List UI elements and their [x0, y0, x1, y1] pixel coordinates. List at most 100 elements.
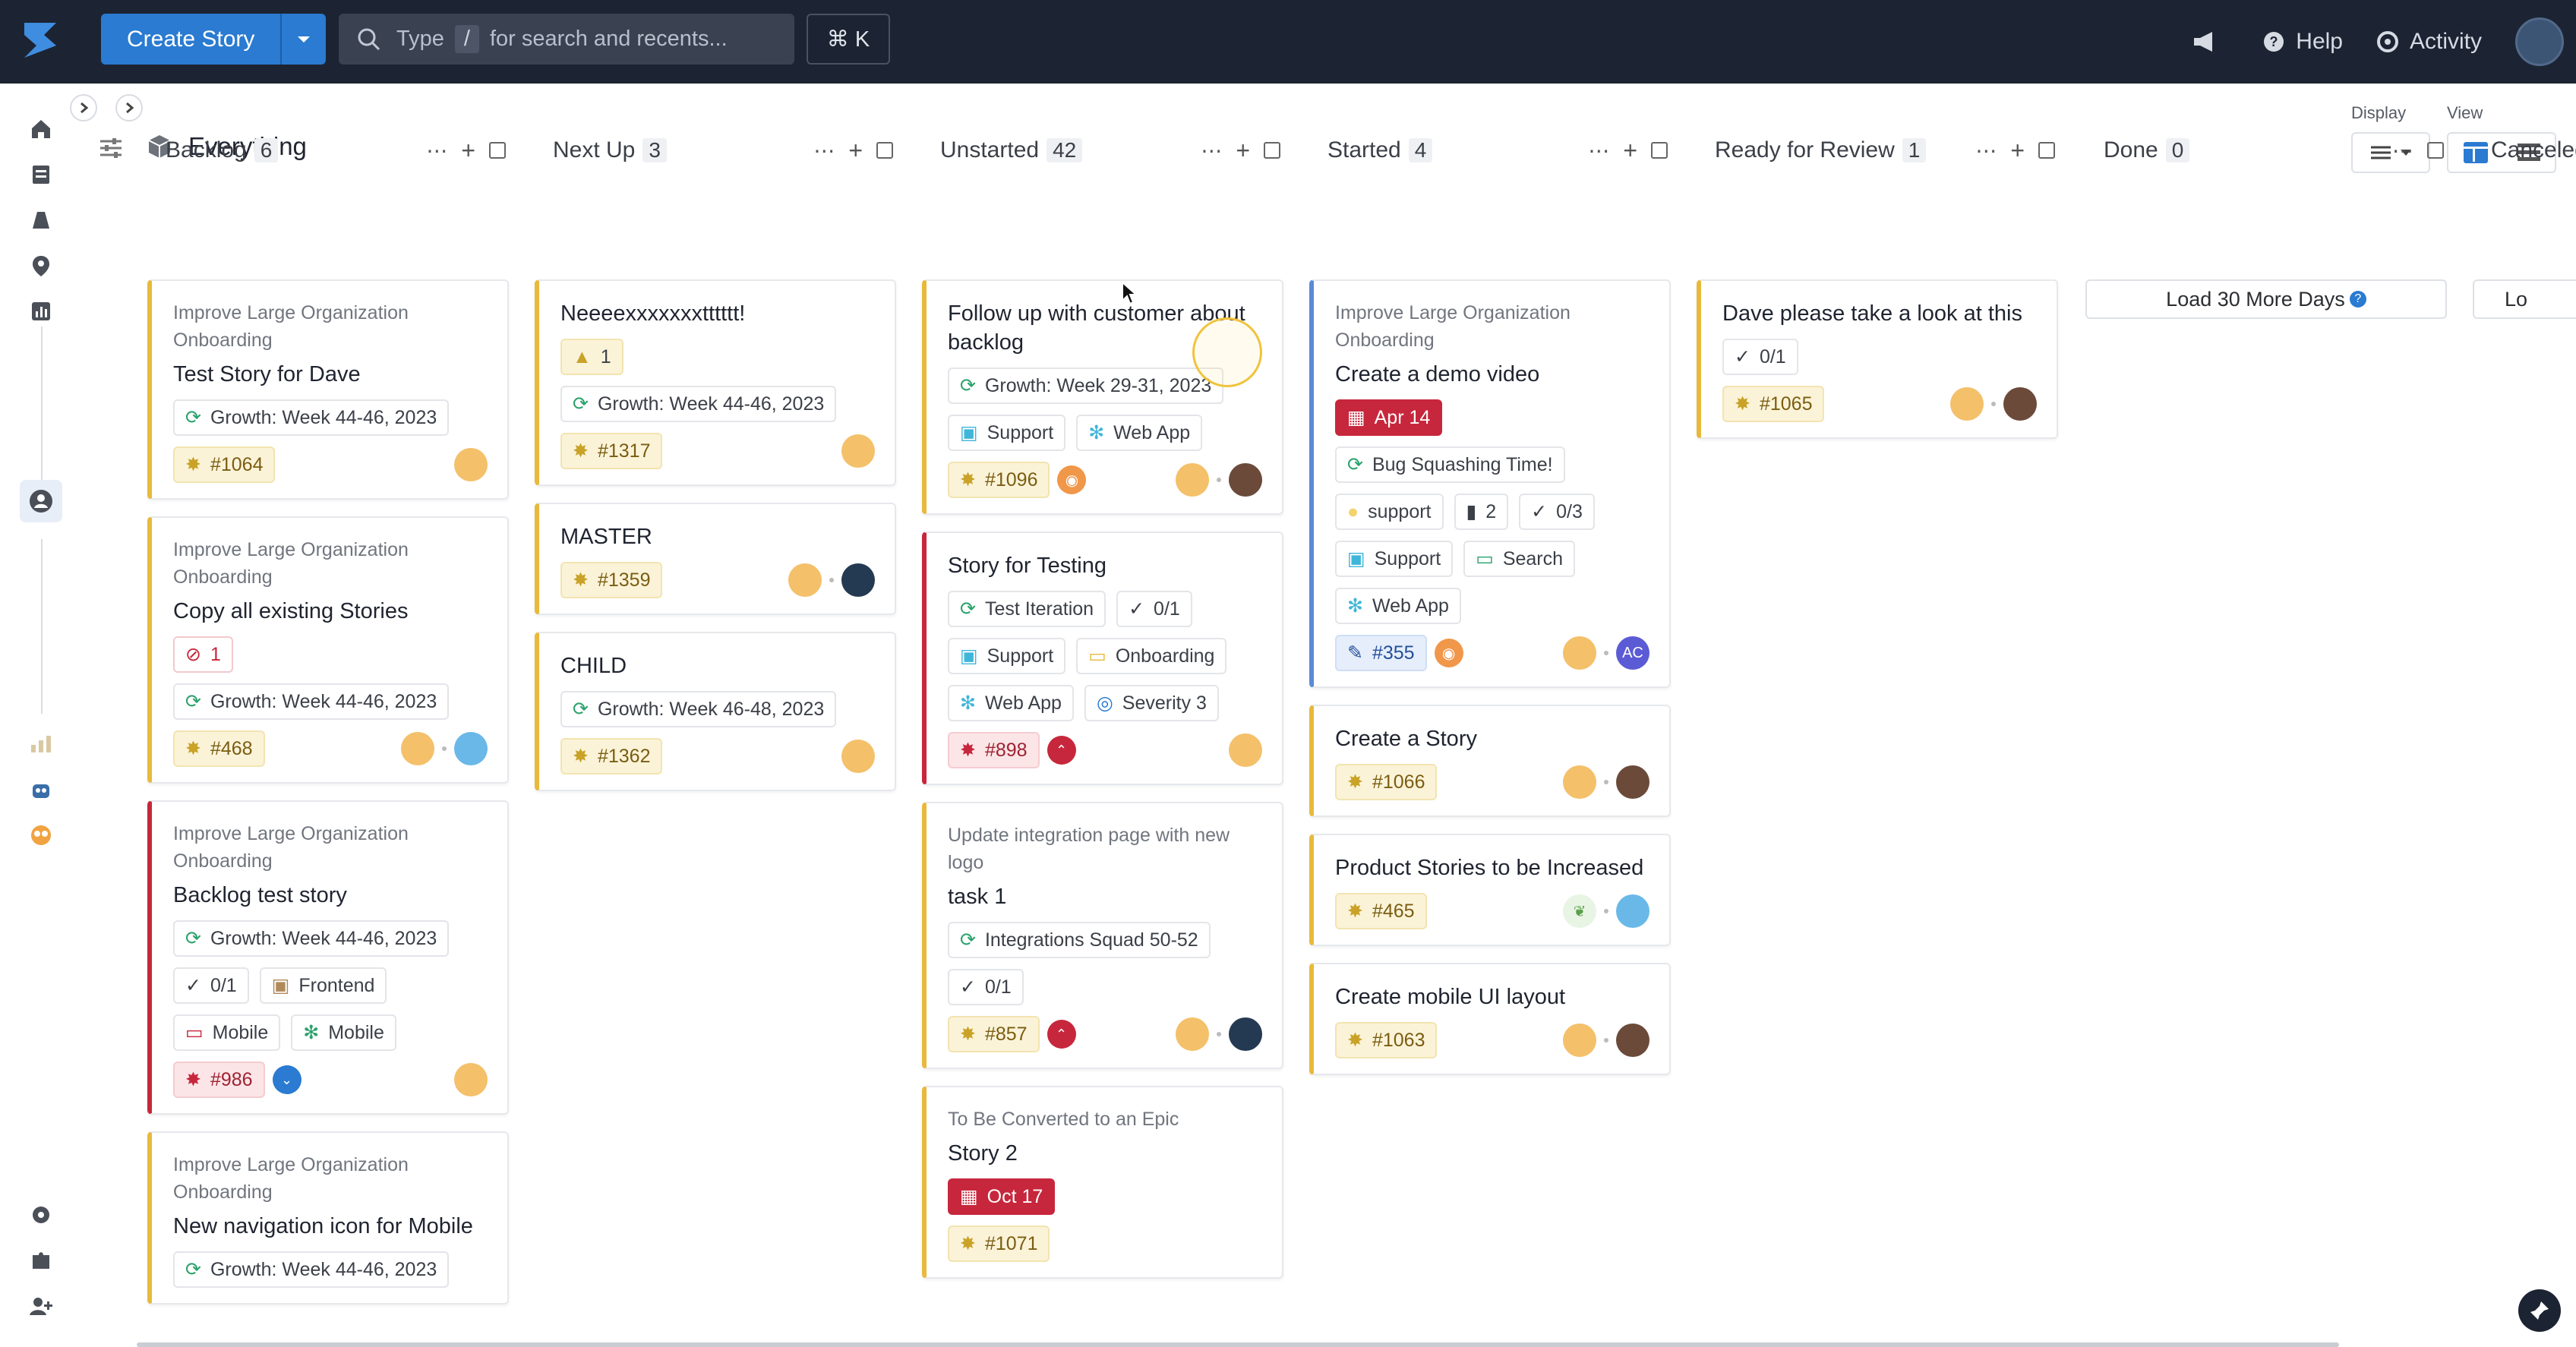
- command-palette-button[interactable]: ⌘ K: [807, 14, 890, 65]
- owner-avatar[interactable]: ❦: [1563, 894, 1596, 928]
- load-more-days-button-canceled[interactable]: Lo: [2473, 279, 2576, 319]
- owner-avatar[interactable]: [454, 1063, 488, 1096]
- story-id-chip[interactable]: ✸ #986: [173, 1062, 265, 1098]
- more-options-icon[interactable]: ⋯: [1975, 138, 1997, 163]
- story-id-chip[interactable]: ✎ #355: [1335, 635, 1427, 671]
- blocked-chip[interactable]: ⊘ 1: [173, 636, 233, 673]
- select-all-checkbox[interactable]: [1264, 142, 1280, 159]
- integrations-puzzle-icon[interactable]: [27, 1247, 55, 1274]
- owner-avatar[interactable]: [454, 732, 488, 765]
- expand-filters-button[interactable]: [115, 94, 143, 121]
- create-story-button[interactable]: Create Story: [101, 14, 281, 65]
- workspace-robot-icon[interactable]: [27, 776, 55, 803]
- story-card[interactable]: Neeeexxxxxxxtttttt! ▲ 1 ⟳ Growth: Week 44-…: [535, 279, 896, 486]
- story-id-chip[interactable]: ✸ #1071: [948, 1226, 1050, 1262]
- team-icon[interactable]: [20, 480, 62, 522]
- story-card[interactable]: MASTER ✸ #1359: [535, 503, 896, 615]
- iteration-chip[interactable]: ⟳ Integrations Squad 50-52: [948, 922, 1211, 958]
- reports-icon[interactable]: [27, 298, 55, 325]
- owner-avatar[interactable]: AC: [1616, 636, 1649, 670]
- label-chip[interactable]: ✻ Web App: [1335, 588, 1461, 624]
- tasks-chip[interactable]: ✓ 0/3: [1519, 494, 1595, 530]
- label-chip[interactable]: ✻ Web App: [1076, 415, 1203, 451]
- story-id-chip[interactable]: ✸ #1359: [560, 562, 663, 598]
- select-all-checkbox[interactable]: [489, 142, 506, 159]
- add-story-icon[interactable]: +: [1623, 137, 1637, 165]
- story-card[interactable]: Improve Large Organization Onboarding Ba…: [147, 800, 509, 1115]
- select-all-checkbox[interactable]: [876, 142, 893, 159]
- iteration-chip[interactable]: ⟳ Test Iteration: [948, 591, 1106, 627]
- owner-avatar[interactable]: [1563, 636, 1596, 670]
- owner-avatar[interactable]: [1563, 1024, 1596, 1057]
- story-id-chip[interactable]: ✸ #857: [948, 1016, 1040, 1052]
- shortcut-logo-icon[interactable]: [18, 18, 62, 62]
- due-date-chip[interactable]: ▦ Apr 14: [1335, 399, 1443, 436]
- workspace-owl-icon[interactable]: [27, 822, 55, 849]
- story-card[interactable]: Update integration page with new logo ta…: [922, 802, 1283, 1069]
- iteration-chip[interactable]: ⟳ Growth: Week 44-46, 2023: [173, 399, 450, 436]
- owner-avatar[interactable]: [1616, 1024, 1649, 1057]
- roadmap-pin-icon[interactable]: [27, 252, 55, 279]
- expand-sidebar-button[interactable]: [70, 94, 97, 121]
- more-options-icon[interactable]: ⋯: [813, 138, 835, 163]
- more-options-icon[interactable]: ⋯: [1201, 138, 1222, 163]
- workspace-chart-icon[interactable]: [27, 730, 55, 758]
- iterations-icon[interactable]: [27, 207, 55, 234]
- owner-avatar[interactable]: [841, 434, 875, 468]
- owner-avatar[interactable]: [788, 563, 822, 597]
- label-chip[interactable]: ▣ Support: [948, 415, 1066, 451]
- label-chip[interactable]: ▣ Frontend: [259, 967, 387, 1004]
- warning-chip[interactable]: ▲ 1: [560, 339, 623, 375]
- iteration-chip[interactable]: ⟳ Growth: Week 44-46, 2023: [173, 920, 450, 957]
- pin-button[interactable]: [2518, 1289, 2561, 1332]
- invite-user-icon[interactable]: [27, 1292, 55, 1320]
- story-card[interactable]: Create a Story ✸ #1066: [1309, 705, 1671, 817]
- more-options-icon[interactable]: ⋯: [1588, 138, 1609, 163]
- story-card[interactable]: To Be Converted to an Epic Story 2 ▦ Oct …: [922, 1086, 1283, 1279]
- story-card[interactable]: Create mobile UI layout ✸ #1063: [1309, 963, 1671, 1075]
- load-more-days-button[interactable]: Load 30 More Days ?: [2085, 279, 2447, 319]
- add-story-icon[interactable]: +: [461, 137, 475, 165]
- story-card[interactable]: Story for Testing ⟳ Test Iteration ✓ 0/1 ▣…: [922, 532, 1283, 785]
- story-id-chip[interactable]: ✸ #898: [948, 732, 1040, 768]
- story-id-chip[interactable]: ✸ #465: [1335, 893, 1427, 929]
- story-card[interactable]: Improve Large Organization Onboarding Te…: [147, 279, 509, 500]
- horizontal-scrollbar[interactable]: [137, 1342, 2339, 1347]
- more-options-icon[interactable]: ⋯: [2392, 138, 2413, 163]
- story-card[interactable]: Improve Large Organization Onboarding Co…: [147, 516, 509, 784]
- story-id-chip[interactable]: ✸ #1096: [948, 462, 1050, 498]
- kanban-view-icon[interactable]: [2462, 140, 2489, 165]
- owner-avatar[interactable]: [841, 740, 875, 773]
- iteration-chip[interactable]: ⟳ Bug Squashing Time!: [1335, 446, 1565, 483]
- owner-avatar[interactable]: [1950, 387, 1984, 421]
- label-chip[interactable]: ▭ Mobile: [173, 1014, 281, 1051]
- iteration-chip[interactable]: ⟳ Growth: Week 44-46, 2023: [173, 1251, 450, 1288]
- owner-avatar[interactable]: [1616, 765, 1649, 799]
- label-chip[interactable]: ● support: [1335, 494, 1444, 530]
- iteration-chip[interactable]: ⟳ Growth: Week 46-48, 2023: [560, 691, 837, 727]
- tasks-chip[interactable]: ✓ 0/1: [948, 969, 1024, 1005]
- owner-avatar[interactable]: [1176, 463, 1209, 497]
- story-card[interactable]: CHILD ⟳ Growth: Week 46-48, 2023 ✸ #1362: [535, 632, 896, 791]
- add-story-icon[interactable]: +: [848, 137, 863, 165]
- owner-avatar[interactable]: [841, 563, 875, 597]
- story-id-chip[interactable]: ✸ #1362: [560, 738, 663, 774]
- story-id-chip[interactable]: ✸ #1066: [1335, 764, 1438, 800]
- story-card[interactable]: Product Stories to be Increased ✸ #465 ❦: [1309, 834, 1671, 946]
- story-card[interactable]: Dave please take a look at this ✓ 0/1 ✸ #1…: [1697, 279, 2058, 439]
- label-chip[interactable]: ▣ Support: [1335, 541, 1454, 577]
- tasks-chip[interactable]: ✓ 0/1: [173, 967, 249, 1004]
- iteration-chip[interactable]: ⟳ Growth: Week 44-46, 2023: [173, 683, 450, 720]
- label-chip[interactable]: ▭ Onboarding: [1076, 638, 1227, 674]
- estimate-chip[interactable]: ▮ 2: [1454, 494, 1509, 530]
- story-id-chip[interactable]: ✸ #1317: [560, 433, 663, 469]
- tasks-chip[interactable]: ✓ 0/1: [1722, 339, 1798, 375]
- user-avatar[interactable]: [2515, 17, 2564, 66]
- story-card[interactable]: Improve Large Organization Onboarding Ne…: [147, 1131, 509, 1304]
- stories-icon[interactable]: [27, 161, 55, 188]
- owner-avatar[interactable]: [2003, 387, 2037, 421]
- label-chip[interactable]: ◎ Severity 3: [1084, 685, 1219, 721]
- due-date-chip[interactable]: ▦ Oct 17: [948, 1178, 1056, 1215]
- activity-button[interactable]: Activity: [2376, 29, 2482, 55]
- owner-avatar[interactable]: [1176, 1017, 1209, 1051]
